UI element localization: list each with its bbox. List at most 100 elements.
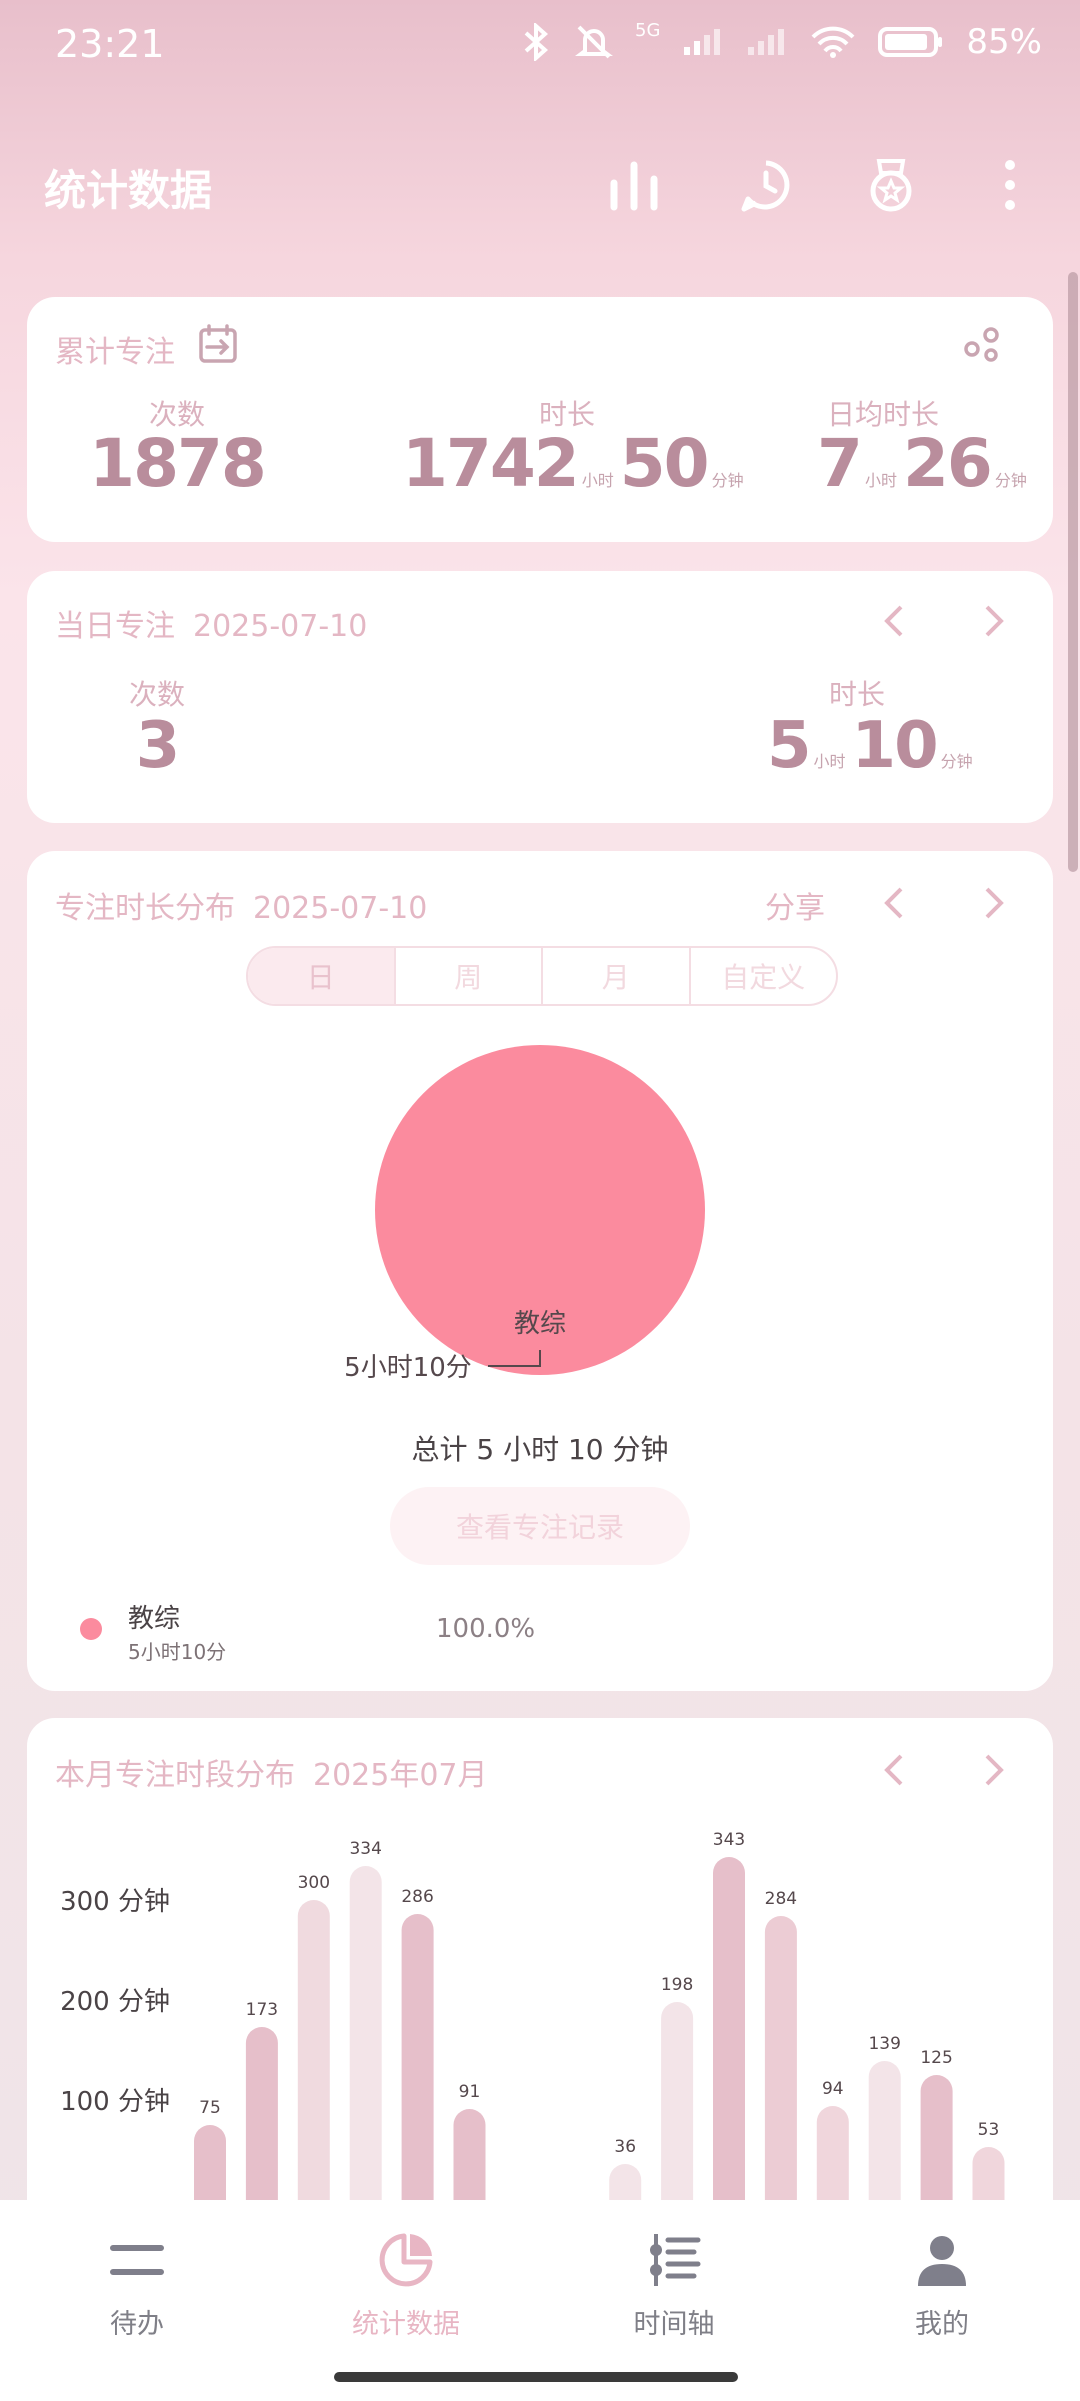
bar-value-label: 343 xyxy=(713,1830,745,1850)
scrollbar[interactable] xyxy=(1068,272,1078,872)
battery-level: 85% xyxy=(966,22,1042,62)
hourly-bar[interactable] xyxy=(194,2125,226,2200)
bar-value-label: 94 xyxy=(822,2079,844,2099)
hourly-bar[interactable] xyxy=(661,2002,694,2200)
chevron-right-icon xyxy=(985,887,1004,919)
share-nodes-icon[interactable] xyxy=(961,323,1003,365)
hourly-bar[interactable] xyxy=(609,2164,642,2200)
share-button[interactable]: 分享 xyxy=(765,883,825,927)
tab-custom[interactable]: 自定义 xyxy=(691,948,837,1004)
bar-value-label: 91 xyxy=(459,2082,481,2102)
hourly-bar[interactable] xyxy=(868,2061,901,2200)
person-icon xyxy=(918,2236,966,2286)
chevron-right-icon xyxy=(985,1754,1004,1786)
signal-2-icon xyxy=(748,29,785,55)
bar-chart-button[interactable] xyxy=(598,149,670,221)
bar-value-label: 198 xyxy=(661,1975,693,1995)
bar-value-label: 284 xyxy=(765,1889,797,1909)
signal-icon xyxy=(684,29,721,55)
bar-value-label: 36 xyxy=(614,2137,636,2157)
menu-icon xyxy=(110,2245,164,2275)
home-indicator xyxy=(334,2372,738,2382)
bottom-nav: 待办 统计数据 时间轴 我的 xyxy=(0,2200,1080,2401)
hourly-bar[interactable] xyxy=(401,1914,434,2200)
daily-card: 当日专注 2025-07-10 次数 3 时长 5 小时10 分钟 xyxy=(27,571,1053,823)
prev-day-button[interactable] xyxy=(873,601,913,641)
nav-todo[interactable]: 待办 xyxy=(37,2230,237,2341)
bar-chart-icon xyxy=(610,161,658,211)
bar-value-label: 75 xyxy=(199,2098,221,2118)
y-tick-label: 300 分钟 xyxy=(60,1887,170,1917)
status-time: 23:21 xyxy=(55,22,165,66)
calendar-export-icon[interactable] xyxy=(197,323,239,365)
cumulative-card: 累计专注 次数 1878 时长 1742 小时50 分钟 日均时长 7 小时26 分钟 xyxy=(27,297,1053,542)
nav-me[interactable]: 我的 xyxy=(842,2230,1042,2341)
next-day-button[interactable] xyxy=(975,601,1015,641)
nav-stats[interactable]: 统计数据 xyxy=(306,2230,506,2341)
hourly-bar[interactable] xyxy=(764,1916,797,2200)
bell-muted-icon xyxy=(575,25,614,59)
bar-value-label: 53 xyxy=(978,2120,1000,2140)
battery-icon xyxy=(878,27,943,57)
daily-duration: 5 小时10 分钟 xyxy=(767,709,973,783)
more-vert-icon xyxy=(1005,160,1015,210)
distribution-title: 专注时长分布 2025-07-10 xyxy=(55,891,428,926)
cumulative-avg: 7 小时26 分钟 xyxy=(817,425,1027,502)
total-duration: 总计 5 小时 10 分钟 xyxy=(411,1433,669,1466)
nav-timeline-label: 时间轴 xyxy=(633,2309,715,2340)
daily-count: 3 xyxy=(135,709,181,783)
prev-month-button[interactable] xyxy=(873,1750,913,1790)
bar-value-label: 286 xyxy=(401,1887,433,1907)
clock-icon xyxy=(741,160,790,212)
hourly-bar[interactable] xyxy=(245,2027,278,2200)
next-period-button[interactable] xyxy=(975,883,1015,923)
daily-duration-label: 时长 xyxy=(828,678,885,711)
pie-chart-icon xyxy=(379,2233,433,2287)
medal-button[interactable] xyxy=(855,149,927,221)
y-tick-label: 200 分钟 xyxy=(60,1987,170,2017)
legend-color-dot xyxy=(80,1618,102,1640)
nav-timeline[interactable]: 时间轴 xyxy=(574,2230,774,2341)
prev-period-button[interactable] xyxy=(873,883,913,923)
hourly-title: 本月专注时段分布 2025年07月 xyxy=(55,1758,488,1793)
chevron-left-icon xyxy=(884,887,903,919)
clock-button[interactable] xyxy=(730,149,802,221)
nav-stats-label: 统计数据 xyxy=(352,2309,460,2340)
hourly-bar[interactable] xyxy=(972,2147,1005,2200)
medal-icon xyxy=(870,159,912,212)
chevron-left-icon xyxy=(884,1754,903,1786)
pie-slice-value: 5小时10分 xyxy=(344,1353,472,1383)
more-button[interactable] xyxy=(974,149,1046,221)
pie-slice-label: 教综 xyxy=(514,1309,566,1339)
hourly-bar[interactable] xyxy=(453,2109,486,2200)
tab-month[interactable]: 月 xyxy=(543,948,691,1004)
cumulative-count: 1878 xyxy=(89,425,267,502)
view-records-button[interactable]: 查看专注记录 xyxy=(390,1487,690,1565)
bar-value-label: 173 xyxy=(246,2000,278,2020)
legend-percent: 100.0% xyxy=(436,1614,536,1644)
bar-value-label: 125 xyxy=(920,2048,952,2068)
pie-chart: 教综 5小时10分 xyxy=(344,1045,705,1383)
hourly-bar[interactable] xyxy=(816,2106,849,2200)
bar-value-label: 334 xyxy=(349,1839,381,1859)
network-type: 5G xyxy=(635,19,661,41)
chevron-left-icon xyxy=(884,605,903,637)
y-tick-label: 100 分钟 xyxy=(60,2087,170,2117)
tab-week[interactable]: 周 xyxy=(396,948,543,1004)
hourly-bar[interactable] xyxy=(713,1857,745,2200)
bluetooth-icon xyxy=(524,23,549,61)
hourly-bar[interactable] xyxy=(349,1866,382,2200)
legend-name: 教综 xyxy=(128,1604,181,1634)
next-month-button[interactable] xyxy=(975,1750,1015,1790)
bar-value-label: 139 xyxy=(868,2034,900,2054)
bar-value-label: 300 xyxy=(298,1873,330,1893)
page-title: 统计数据 xyxy=(44,166,213,215)
tab-day[interactable]: 日 xyxy=(248,948,396,1004)
wifi-icon xyxy=(811,26,855,58)
chevron-right-icon xyxy=(985,605,1004,637)
app-bar: 统计数据 xyxy=(0,135,1080,235)
hourly-bar-chart: 300 分钟 200 分钟 100 分钟 75 173 300 334 286 91 36 198… xyxy=(60,1830,1005,2200)
hourly-bar[interactable] xyxy=(297,1900,330,2200)
nav-me-label: 我的 xyxy=(915,2309,969,2340)
hourly-bar[interactable] xyxy=(920,2075,953,2200)
